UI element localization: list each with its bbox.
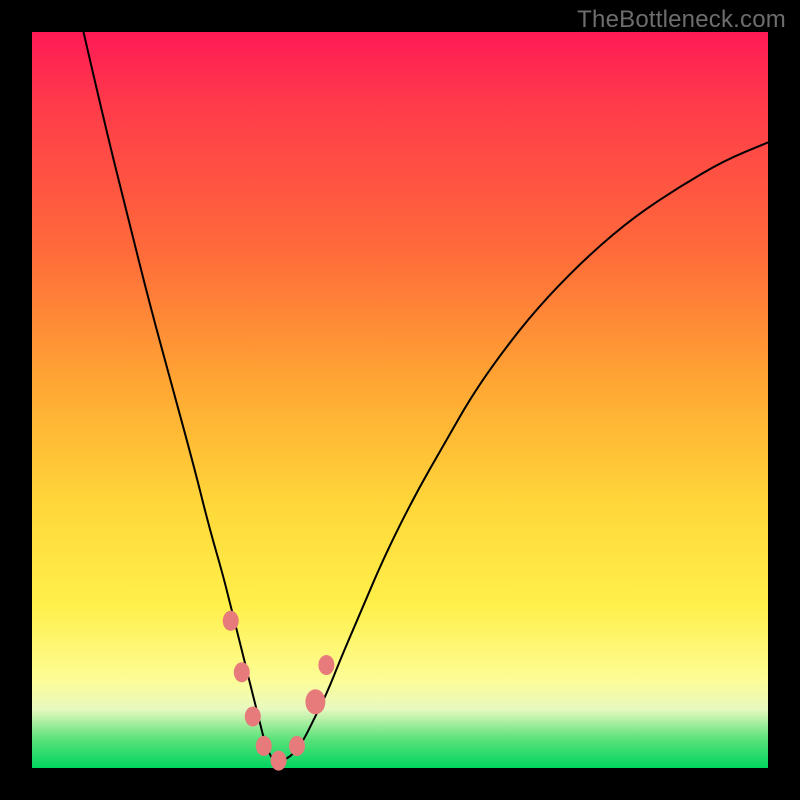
curve-marker bbox=[256, 736, 272, 756]
plot-area bbox=[32, 32, 768, 768]
curve-marker bbox=[245, 707, 261, 727]
chart-frame: TheBottleneck.com bbox=[0, 0, 800, 800]
curve-marker bbox=[318, 655, 334, 675]
curve-marker bbox=[289, 736, 305, 756]
curve-marker bbox=[234, 662, 250, 682]
bottleneck-curve bbox=[84, 32, 769, 761]
curve-marker bbox=[223, 611, 239, 631]
curve-marker bbox=[271, 751, 287, 771]
curve-svg bbox=[32, 32, 768, 768]
curve-markers bbox=[223, 611, 335, 771]
watermark-label: TheBottleneck.com bbox=[577, 6, 786, 34]
curve-marker bbox=[305, 689, 325, 714]
